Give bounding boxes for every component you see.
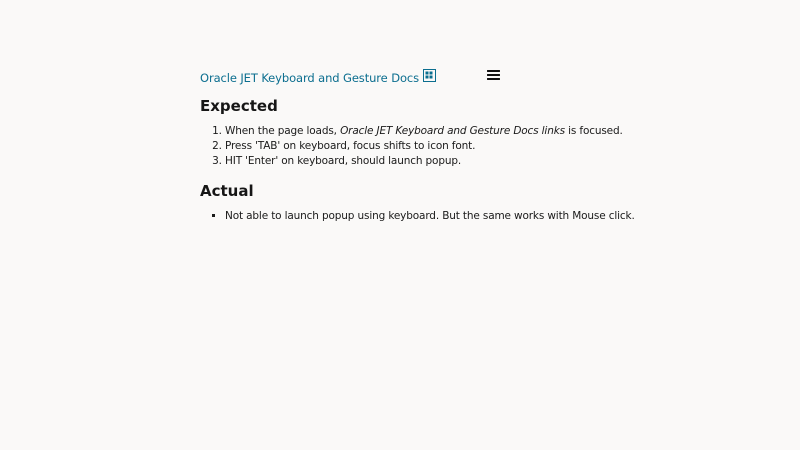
expected-heading: Expected <box>200 97 278 115</box>
page: Oracle JET Keyboard and Gesture Docs Exp… <box>0 0 800 450</box>
expected-step: Press 'TAB' on keyboard, focus shifts to… <box>225 139 785 154</box>
doc-link-row: Oracle JET Keyboard and Gesture Docs <box>200 68 437 88</box>
step-text-suffix: is focused. <box>564 125 623 137</box>
expected-step: HIT 'Enter' on keyboard, should launch p… <box>225 154 785 169</box>
hamburger-menu-icon[interactable] <box>486 66 502 80</box>
expected-steps-list: When the page loads, Oracle JET Keyboard… <box>200 124 785 169</box>
step-text-emphasis: Oracle JET Keyboard and Gesture Docs lin… <box>340 125 565 137</box>
keyboard-gesture-docs-link[interactable]: Oracle JET Keyboard and Gesture Docs <box>200 71 419 85</box>
actual-results-list: Not able to launch popup using keyboard.… <box>200 209 785 224</box>
expected-step: When the page loads, Oracle JET Keyboard… <box>225 124 785 139</box>
step-text-prefix: When the page loads, <box>225 125 341 137</box>
actual-item: Not able to launch popup using keyboard.… <box>225 209 785 224</box>
actual-heading: Actual <box>200 182 254 200</box>
grid-icon[interactable] <box>423 68 437 82</box>
